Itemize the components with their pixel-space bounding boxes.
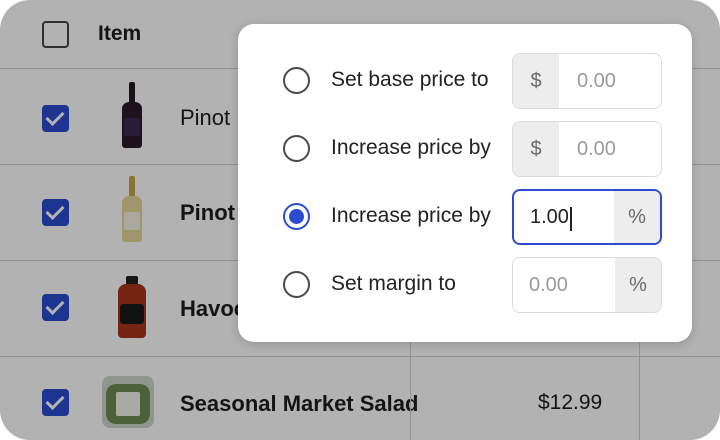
option-set-margin[interactable]: Set margin to % bbox=[238, 257, 692, 313]
app-frame: Item Pinot Pinot Havoc Seasonal Market S… bbox=[0, 0, 720, 440]
margin-field[interactable]: % bbox=[512, 257, 662, 313]
option-label: Set margin to bbox=[331, 272, 456, 295]
radio-set-margin[interactable] bbox=[283, 271, 310, 298]
percent-suffix: % bbox=[615, 258, 661, 312]
option-label: Increase price by bbox=[331, 136, 491, 159]
text-caret bbox=[570, 207, 572, 231]
increase-amount-input[interactable] bbox=[577, 122, 657, 176]
base-price-input[interactable] bbox=[577, 54, 657, 108]
option-increase-price-percent[interactable]: Increase price by % bbox=[238, 189, 692, 245]
option-label: Increase price by bbox=[331, 204, 491, 227]
bulk-price-modal: Set base price to $ Increase price by $ … bbox=[238, 24, 692, 342]
increase-amount-field[interactable]: $ bbox=[512, 121, 662, 177]
radio-increase-price-amount[interactable] bbox=[283, 135, 310, 162]
option-label: Set base price to bbox=[331, 68, 489, 91]
margin-input[interactable] bbox=[529, 258, 609, 312]
option-set-base-price[interactable]: Set base price to $ bbox=[238, 53, 692, 109]
increase-percent-field[interactable]: % bbox=[512, 189, 662, 245]
radio-set-base-price[interactable] bbox=[283, 67, 310, 94]
currency-prefix: $ bbox=[513, 54, 559, 108]
currency-prefix: $ bbox=[513, 122, 559, 176]
base-price-field[interactable]: $ bbox=[512, 53, 662, 109]
radio-increase-price-percent[interactable] bbox=[283, 203, 310, 230]
percent-suffix: % bbox=[614, 191, 660, 243]
option-increase-price-amount[interactable]: Increase price by $ bbox=[238, 121, 692, 177]
